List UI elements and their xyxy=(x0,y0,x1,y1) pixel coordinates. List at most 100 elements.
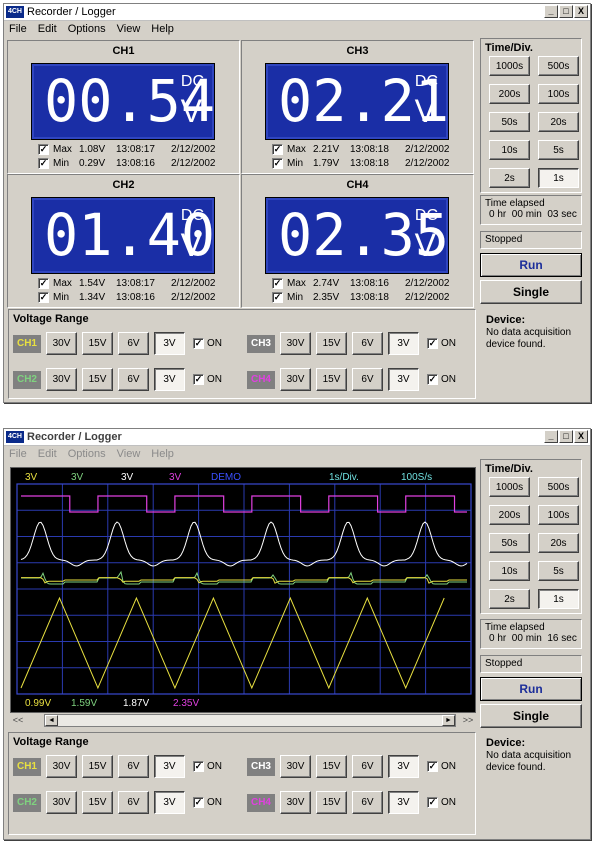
maximize-button[interactable]: □ xyxy=(559,5,573,18)
range-button-30v[interactable]: 30V xyxy=(46,368,77,391)
time-div-button-50s[interactable]: 50s xyxy=(489,533,530,553)
menu-options[interactable]: Options xyxy=(68,23,106,35)
time-div-button-50s[interactable]: 50s xyxy=(489,112,530,132)
min-checkbox[interactable]: ✓ xyxy=(38,158,49,169)
time-div-button-1000s[interactable]: 1000s xyxy=(489,477,530,497)
horizontal-scrollbar[interactable]: << ◄ ► >> xyxy=(10,714,476,727)
range-button-3v[interactable]: 3V xyxy=(154,332,185,355)
max-checkbox[interactable]: ✓ xyxy=(272,278,283,289)
menu-view[interactable]: View xyxy=(117,23,141,35)
menu-edit[interactable]: Edit xyxy=(38,448,57,460)
range-button-3v[interactable]: 3V xyxy=(154,368,185,391)
channel-on-checkbox[interactable]: ✓ xyxy=(427,338,438,349)
title-bar[interactable]: 4CH Recorder / Logger _ □ X xyxy=(4,4,590,21)
minimize-button[interactable]: _ xyxy=(544,430,558,443)
channel-on-checkbox[interactable]: ✓ xyxy=(427,374,438,385)
time-div-button-1s[interactable]: 1s xyxy=(538,168,579,188)
menu-edit[interactable]: Edit xyxy=(38,23,57,35)
range-button-30v[interactable]: 30V xyxy=(46,791,77,814)
menu-help[interactable]: Help xyxy=(151,23,174,35)
range-button-3v[interactable]: 3V xyxy=(388,332,419,355)
range-button-6v[interactable]: 6V xyxy=(118,332,149,355)
range-button-15v[interactable]: 15V xyxy=(316,755,347,778)
single-button[interactable]: Single xyxy=(480,280,582,304)
single-button[interactable]: Single xyxy=(480,704,582,728)
time-div-button-500s[interactable]: 500s xyxy=(538,477,579,497)
range-button-6v[interactable]: 6V xyxy=(352,755,383,778)
range-button-30v[interactable]: 30V xyxy=(280,368,311,391)
range-button-6v[interactable]: 6V xyxy=(118,791,149,814)
time-div-button-2s[interactable]: 2s xyxy=(489,589,530,609)
range-button-30v[interactable]: 30V xyxy=(46,332,77,355)
range-button-15v[interactable]: 15V xyxy=(82,368,113,391)
range-button-3v[interactable]: 3V xyxy=(388,368,419,391)
time-div-button-10s[interactable]: 10s xyxy=(489,561,530,581)
scroll-right-double-icon[interactable]: >> xyxy=(460,714,476,727)
range-button-15v[interactable]: 15V xyxy=(316,791,347,814)
max-checkbox[interactable]: ✓ xyxy=(38,278,49,289)
menu-file[interactable]: File xyxy=(9,448,27,460)
channel-on-checkbox[interactable]: ✓ xyxy=(193,374,204,385)
range-button-30v[interactable]: 30V xyxy=(280,791,311,814)
time-div-button-10s[interactable]: 10s xyxy=(489,140,530,160)
channel-on-checkbox[interactable]: ✓ xyxy=(193,761,204,772)
range-button-6v[interactable]: 6V xyxy=(352,332,383,355)
channel-on-checkbox[interactable]: ✓ xyxy=(427,797,438,808)
range-button-15v[interactable]: 15V xyxy=(82,791,113,814)
time-div-button-500s[interactable]: 500s xyxy=(538,56,579,76)
close-button[interactable]: X xyxy=(574,430,588,443)
min-checkbox[interactable]: ✓ xyxy=(272,292,283,303)
scroll-left-double-icon[interactable]: << xyxy=(10,714,26,727)
minimize-button[interactable]: _ xyxy=(544,5,558,18)
scroll-right-arrow-icon[interactable]: ► xyxy=(442,715,455,726)
time-div-button-1s[interactable]: 1s xyxy=(538,589,579,609)
run-button[interactable]: Run xyxy=(480,677,582,701)
maximize-button[interactable]: □ xyxy=(559,430,573,443)
scroll-track[interactable]: ◄ ► xyxy=(44,714,456,727)
channel-tag-ch1: CH1 xyxy=(13,334,41,353)
range-button-6v[interactable]: 6V xyxy=(352,368,383,391)
range-button-30v[interactable]: 30V xyxy=(280,755,311,778)
time-div-button-1000s[interactable]: 1000s xyxy=(489,56,530,76)
range-button-3v[interactable]: 3V xyxy=(388,755,419,778)
range-button-15v[interactable]: 15V xyxy=(82,332,113,355)
range-button-30v[interactable]: 30V xyxy=(280,332,311,355)
time-div-button-100s[interactable]: 100s xyxy=(538,84,579,104)
channel-on-checkbox[interactable]: ✓ xyxy=(193,338,204,349)
range-button-15v[interactable]: 15V xyxy=(316,368,347,391)
menu-view[interactable]: View xyxy=(117,448,141,460)
time-div-button-20s[interactable]: 20s xyxy=(538,533,579,553)
close-button[interactable]: X xyxy=(574,5,588,18)
time-div-button-5s[interactable]: 5s xyxy=(538,140,579,160)
run-button[interactable]: Run xyxy=(480,253,582,277)
range-button-3v[interactable]: 3V xyxy=(154,791,185,814)
time-div-button-2s[interactable]: 2s xyxy=(489,168,530,188)
time-div-button-5s[interactable]: 5s xyxy=(538,561,579,581)
menu-options[interactable]: Options xyxy=(68,448,106,460)
range-button-6v[interactable]: 6V xyxy=(118,368,149,391)
range-button-15v[interactable]: 15V xyxy=(82,755,113,778)
min-checkbox[interactable]: ✓ xyxy=(272,158,283,169)
min-row: ✓ Min 1.34V 13:08:16 2/12/2002 xyxy=(38,291,216,304)
scroll-left-arrow-icon[interactable]: ◄ xyxy=(45,715,58,726)
time-div-button-200s[interactable]: 200s xyxy=(489,505,530,525)
channel-on-checkbox[interactable]: ✓ xyxy=(427,761,438,772)
title-bar[interactable]: 4CH Recorder / Logger _ □ X xyxy=(4,429,590,446)
menu-help[interactable]: Help xyxy=(151,448,174,460)
range-button-6v[interactable]: 6V xyxy=(352,791,383,814)
max-checkbox[interactable]: ✓ xyxy=(272,144,283,155)
max-checkbox[interactable]: ✓ xyxy=(38,144,49,155)
channel-on-checkbox[interactable]: ✓ xyxy=(193,797,204,808)
time-div-button-200s[interactable]: 200s xyxy=(489,84,530,104)
min-checkbox[interactable]: ✓ xyxy=(38,292,49,303)
menu-file[interactable]: File xyxy=(9,23,27,35)
range-button-15v[interactable]: 15V xyxy=(316,332,347,355)
range-button-3v[interactable]: 3V xyxy=(388,791,419,814)
range-button-6v[interactable]: 6V xyxy=(118,755,149,778)
range-button-30v[interactable]: 30V xyxy=(46,755,77,778)
channel-on-label: ON xyxy=(441,338,456,349)
time-div-button-100s[interactable]: 100s xyxy=(538,505,579,525)
range-button-3v[interactable]: 3V xyxy=(154,755,185,778)
time-div-button-20s[interactable]: 20s xyxy=(538,112,579,132)
oscilloscope-display[interactable]: 3V 3V 3V 3V DEMO 1s/Div. 100S/s 0.99V 1.59V 1.87V… xyxy=(10,467,476,713)
